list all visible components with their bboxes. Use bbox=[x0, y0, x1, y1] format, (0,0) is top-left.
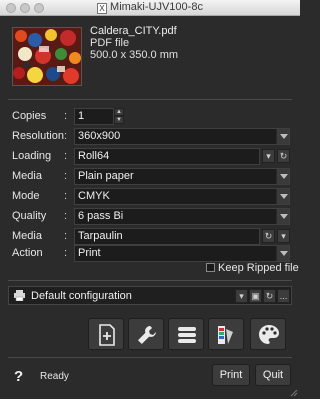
chevron-down-icon[interactable] bbox=[276, 189, 289, 204]
loading-label: Loading bbox=[12, 150, 52, 162]
refresh-icon[interactable]: ↻ bbox=[277, 149, 290, 163]
copies-label: Copies bbox=[12, 110, 47, 122]
file-thumbnail bbox=[12, 27, 82, 86]
increment-icon[interactable]: ▲ bbox=[114, 108, 124, 116]
chevron-down-icon[interactable] bbox=[276, 246, 289, 261]
chevron-down-icon[interactable] bbox=[276, 129, 289, 144]
tools-button[interactable] bbox=[128, 318, 164, 350]
loading-dropdown-icon[interactable]: ▾ bbox=[262, 149, 275, 163]
refresh-icon[interactable]: ↻ bbox=[263, 289, 276, 303]
chevron-down-icon[interactable] bbox=[276, 169, 289, 184]
media-row: Media : Plain paper bbox=[10, 168, 290, 185]
action-select[interactable]: Print bbox=[74, 245, 290, 262]
save-icon[interactable]: ▣ bbox=[249, 289, 262, 303]
file-type: PDF file bbox=[90, 37, 130, 49]
add-page-icon bbox=[99, 324, 115, 346]
file-name: Caldera_CITY.pdf bbox=[90, 25, 177, 37]
queue-button[interactable] bbox=[168, 318, 204, 350]
window-title: X Mimaki-UJV100-8c bbox=[0, 1, 300, 14]
resolution-select[interactable]: 360x900 bbox=[74, 128, 290, 145]
palette-icon bbox=[259, 325, 279, 344]
color-management-button[interactable] bbox=[250, 318, 286, 350]
keep-ripped-checkbox[interactable]: Keep Ripped file bbox=[206, 262, 299, 274]
copies-row: Copies : 1 ▲ ▼ bbox=[10, 108, 290, 125]
list-icon bbox=[178, 327, 196, 343]
help-button[interactable]: ? bbox=[14, 368, 23, 385]
quit-button[interactable]: Quit bbox=[255, 364, 291, 386]
configuration-dropdown-icon[interactable]: ▾ bbox=[235, 289, 248, 303]
checkbox-icon[interactable] bbox=[206, 263, 215, 272]
resolution-row: Resolution : 360x900 bbox=[10, 128, 290, 145]
mode-select[interactable]: CMYK bbox=[74, 188, 290, 205]
add-page-button[interactable] bbox=[88, 318, 124, 350]
media-type-dropdown-icon[interactable]: ▾ bbox=[277, 229, 290, 243]
quality-row: Quality : 6 pass Bi bbox=[10, 208, 290, 225]
media-type-select[interactable]: Tarpaulin bbox=[74, 228, 260, 245]
chevron-down-icon[interactable] bbox=[276, 209, 289, 224]
decrement-icon[interactable]: ▼ bbox=[114, 116, 124, 124]
wrench-icon bbox=[138, 326, 156, 344]
copies-input[interactable]: 1 bbox=[74, 108, 114, 125]
divider bbox=[8, 99, 292, 100]
quality-select[interactable]: 6 pass Bi bbox=[74, 208, 290, 225]
media-type-row: Media : Tarpaulin ↻ ▾ bbox=[10, 228, 290, 245]
loading-row: Loading : Roll64 ▾ ↻ bbox=[10, 148, 290, 165]
configuration-bar[interactable]: Default configuration ▾ ▣ ↻ ... bbox=[8, 286, 292, 305]
mode-label: Mode bbox=[12, 190, 40, 202]
quality-label: Quality bbox=[12, 210, 47, 222]
media-select[interactable]: Plain paper bbox=[74, 168, 290, 185]
loading-select[interactable]: Roll64 bbox=[74, 148, 260, 165]
media-type-label: Media bbox=[12, 230, 42, 242]
refresh-icon[interactable]: ↻ bbox=[262, 229, 275, 243]
title-bar[interactable]: X Mimaki-UJV100-8c bbox=[0, 0, 300, 16]
more-options-button[interactable]: ... bbox=[277, 289, 290, 303]
x11-icon: X bbox=[97, 3, 108, 14]
resolution-label: Resolution bbox=[12, 130, 64, 142]
resize-grip-icon[interactable] bbox=[290, 389, 298, 397]
action-row: Action : Print bbox=[10, 245, 290, 262]
divider bbox=[8, 357, 292, 358]
action-label: Action bbox=[12, 247, 43, 259]
copies-stepper[interactable]: ▲ ▼ bbox=[114, 108, 124, 125]
file-dimensions: 500.0 x 350.0 mm bbox=[90, 49, 179, 61]
mode-row: Mode : CMYK bbox=[10, 188, 290, 205]
printer-icon bbox=[14, 290, 25, 301]
color-swatch-icon bbox=[218, 326, 233, 344]
divider bbox=[8, 280, 292, 281]
configuration-name: Default configuration bbox=[31, 290, 132, 302]
media-label: Media bbox=[12, 170, 42, 182]
print-button[interactable]: Print bbox=[212, 364, 250, 386]
color-swatches-button[interactable] bbox=[208, 318, 244, 350]
status-text: Ready bbox=[40, 371, 69, 382]
